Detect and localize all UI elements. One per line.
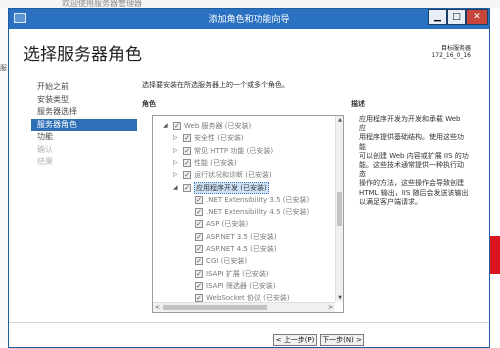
role-label: .NET Extensibility 3.5 (已安装): [206, 195, 310, 204]
role-row[interactable]: ▷ ✓ 运行状况和诊断 (已安装): [153, 169, 335, 181]
role-row[interactable]: ✓ ASP.NET 4.5 (已安装): [153, 243, 335, 255]
maximize-button[interactable]: □: [447, 9, 466, 25]
role-label: ASP.NET 3.5 (已安装): [206, 232, 277, 241]
role-label: CGI (已安装): [206, 257, 248, 266]
intro-text: 选择要安装在所选服务器上的一个或多个角色。: [142, 81, 289, 89]
role-label: Web 服务器 (已安装): [184, 122, 252, 130]
close-button[interactable]: ✕: [466, 9, 488, 25]
role-checkbox[interactable]: ✓: [195, 245, 203, 253]
nav-item[interactable]: 安装类型: [37, 94, 137, 107]
nav-item: 结果: [37, 157, 53, 166]
role-description: 应用程序开发为开发和承载 Web 应用程序提供基础结构。使用这些功能 可以创建 W…: [359, 115, 469, 207]
nav-item[interactable]: 开始之前: [37, 81, 137, 94]
background-left-strip: 服: [0, 8, 8, 348]
target-server-name: 172_16_0_16: [431, 52, 471, 59]
minimize-button[interactable]: ▁: [428, 9, 447, 25]
role-row[interactable]: ▷ ✓ 性能 (已安装): [153, 157, 335, 169]
role-label: 运行状况和诊断 (已安装): [194, 171, 272, 180]
background-top-strip: 欢迎使用服务器管理器: [0, 0, 500, 8]
vertical-scrollbar[interactable]: ▲ ▼: [335, 116, 343, 302]
nav-item[interactable]: 服务器角色: [31, 118, 137, 131]
wizard-window: 添加角色和功能向导 ▁ □ ✕ 选择服务器角色 目标服务器 172_16_0_1…: [8, 8, 490, 348]
role-checkbox[interactable]: ✓: [195, 232, 203, 241]
expand-icon[interactable]: ▷: [173, 145, 178, 157]
description-line: 操作的方法，这些操作会导致创建: [359, 179, 464, 188]
page-title: 选择服务器角色: [23, 45, 142, 65]
roles-header: 角色: [142, 100, 156, 108]
footer-divider: [9, 322, 489, 323]
nav-item: 确认: [37, 144, 53, 154]
role-row[interactable]: ▷ ✓ 常见 HTTP 功能 (已安装): [153, 145, 335, 157]
description-line: 用程序提供基础结构。使用这些功能: [359, 133, 464, 151]
role-row[interactable]: ✓ CGI (已安装): [153, 255, 335, 267]
role-row[interactable]: ◢ ✓ Web 服务器 (已安装): [153, 120, 335, 132]
role-row[interactable]: ✓ .NET Extensibility 3.5 (已安装): [153, 194, 335, 206]
role-checkbox[interactable]: ✓: [183, 158, 191, 167]
previous-button[interactable]: < 上一步(P): [273, 334, 317, 346]
role-label: 安全性 (已安装): [194, 134, 244, 143]
role-checkbox[interactable]: ✓: [195, 220, 203, 229]
role-label: ASP.NET 4.5 (已安装): [206, 245, 277, 253]
expand-icon[interactable]: ◢: [163, 120, 168, 132]
role-row[interactable]: ✓ .NET Extensibility 4.5 (已安装): [153, 206, 335, 218]
role-checkbox[interactable]: ✓: [183, 171, 191, 180]
target-server-label: 目标服务器: [440, 45, 471, 52]
scroll-left-icon[interactable]: <: [155, 303, 160, 312]
role-row[interactable]: ✓ WebSocket 协议 (已安装): [153, 292, 335, 302]
description-line: HTML 输出，IIS 随后会发送该输出: [359, 188, 469, 197]
roles-tree[interactable]: ◢ ✓ Web 服务器 (已安装) ▷ ✓ 安全性 (已安装) ▷ ✓ 常见 HTTP 功能 (…: [152, 115, 344, 313]
role-checkbox[interactable]: ✓: [173, 122, 181, 130]
nav-item[interactable]: 服务器选择: [37, 106, 137, 119]
role-row[interactable]: ✓ ISAPI 扩展 (已安装): [153, 268, 335, 280]
window-title: 添加角色和功能向导: [208, 15, 290, 25]
role-checkbox[interactable]: ✓: [195, 269, 203, 278]
horizontal-scroll-thumb[interactable]: [163, 305, 267, 310]
role-checkbox[interactable]: ✓: [195, 208, 203, 217]
description-line: 可以创建 Web 内容或扩展 IIS 的功: [359, 151, 469, 160]
expand-icon[interactable]: ◢: [173, 182, 178, 194]
role-row[interactable]: ✓ ASP.NET 3.5 (已安装): [153, 231, 335, 243]
expand-icon[interactable]: ▷: [173, 157, 178, 169]
role-checkbox[interactable]: ✓: [183, 183, 191, 192]
vertical-scroll-thumb[interactable]: [337, 192, 342, 226]
expand-icon[interactable]: ▷: [173, 169, 178, 181]
role-label: ISAPI 扩展 (已安装): [206, 269, 269, 278]
role-checkbox[interactable]: ✓: [195, 294, 203, 302]
next-button[interactable]: 下一步(N) >: [320, 334, 364, 346]
role-label: ISAPI 筛选器 (已安装): [206, 281, 276, 290]
expand-icon[interactable]: ▷: [173, 132, 178, 144]
role-checkbox[interactable]: ✓: [183, 134, 191, 143]
role-label: 性能 (已安装): [194, 158, 237, 167]
role-label: 应用程序开发 (已安装): [194, 181, 269, 194]
role-label: .NET Extensibility 4.5 (已安装): [206, 208, 310, 217]
role-checkbox[interactable]: ✓: [183, 146, 191, 155]
role-label: ASP (已安装): [206, 220, 249, 229]
role-label: WebSocket 协议 (已安装): [206, 294, 290, 302]
role-row[interactable]: ✓ ASP (已安装): [153, 218, 335, 230]
scroll-right-icon[interactable]: >: [328, 303, 333, 312]
role-checkbox[interactable]: ✓: [195, 281, 203, 290]
role-row[interactable]: ▷ ✓ 安全性 (已安装): [153, 132, 335, 144]
role-checkbox[interactable]: ✓: [195, 257, 203, 266]
horizontal-scrollbar[interactable]: < >: [153, 302, 335, 312]
wizard-nav: 开始之前 安装类型 服务器选择 服务器角色 功能 确认结果: [31, 81, 137, 169]
role-label: 常见 HTTP 功能 (已安装): [194, 146, 274, 155]
nav-item[interactable]: 功能: [37, 131, 137, 144]
title-bar[interactable]: 添加角色和功能向导 ▁ □ ✕: [9, 9, 489, 29]
scroll-down-icon[interactable]: ▼: [336, 295, 343, 301]
description-line: 应用程序开发为开发和承载 Web 应: [359, 115, 461, 133]
role-row[interactable]: ✓ ISAPI 筛选器 (已安装): [153, 280, 335, 292]
description-header: 描述: [351, 100, 365, 108]
roles-tree-content: ◢ ✓ Web 服务器 (已安装) ▷ ✓ 安全性 (已安装) ▷ ✓ 常见 HTTP 功能 (…: [153, 116, 335, 302]
description-line: 以满足客户端请求。: [359, 197, 422, 206]
role-checkbox[interactable]: ✓: [195, 195, 203, 204]
description-line: 能。这些技术通常提供一种执行动态: [359, 161, 464, 179]
role-row[interactable]: ◢ ✓ 应用程序开发 (已安装): [153, 181, 335, 194]
scroll-up-icon[interactable]: ▲: [336, 117, 343, 123]
background-left-text: 服: [0, 64, 7, 72]
